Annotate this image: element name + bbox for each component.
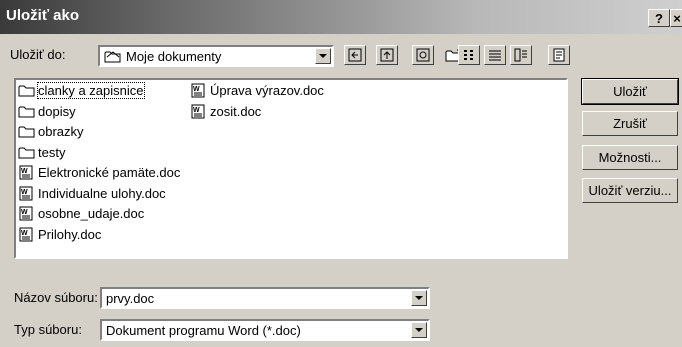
filename-value: prvy.doc <box>106 291 155 306</box>
file-name: Elektronické pamäte.doc <box>38 165 181 180</box>
back-button[interactable] <box>344 45 366 65</box>
svg-text:W: W <box>21 168 28 175</box>
word-document-icon: W <box>190 83 208 98</box>
save-button[interactable]: Uložiť <box>581 78 679 105</box>
filetype-label: Typ súboru: <box>14 322 82 337</box>
word-document-icon: W <box>18 227 36 242</box>
folder-icon <box>18 104 36 119</box>
details-view-icon <box>489 50 501 61</box>
chevron-down-icon[interactable] <box>315 48 331 64</box>
back-icon <box>348 48 362 62</box>
filetype-value: Dokument programu Word (*.doc) <box>106 323 301 338</box>
save-version-button[interactable]: Uložiť verziu... <box>582 178 678 203</box>
details-view-button[interactable] <box>484 45 506 65</box>
file-name: dopisy <box>38 103 76 119</box>
file-name: zosit.doc <box>210 103 262 119</box>
folder-icon <box>18 124 36 139</box>
file-name: Úprava výrazov.doc <box>210 83 324 98</box>
chevron-down-icon[interactable] <box>411 322 427 338</box>
up-one-level-button[interactable] <box>376 45 398 65</box>
file-name: obrazky <box>38 124 84 139</box>
close-button[interactable]: × <box>670 9 682 27</box>
list-view-button[interactable] <box>458 45 480 65</box>
save-in-label: Uložiť do: <box>10 47 66 62</box>
folder-icon <box>18 83 36 98</box>
properties-view-button[interactable] <box>510 45 532 65</box>
svg-text:W: W <box>193 86 200 93</box>
dialog-title: Uložiť ako <box>6 7 80 24</box>
help-button[interactable]: ? <box>648 9 670 27</box>
svg-text:W: W <box>21 189 28 196</box>
word-document-icon: W <box>190 104 208 119</box>
word-document-icon: W <box>18 206 36 221</box>
tools-icon <box>553 48 565 62</box>
filename-field[interactable]: prvy.doc <box>100 287 430 309</box>
filename-label: Názov súboru: <box>14 290 98 305</box>
file-name: Individualne ulohy.doc <box>38 185 166 201</box>
file-list[interactable]: clanky a zapisnice dopisy obrazky testy W Ele… <box>14 78 568 259</box>
save-as-dialog: Uložiť ako ? × Uložiť do: Moje dokumenty <box>0 0 682 347</box>
svg-text:W: W <box>21 209 28 216</box>
svg-text:W: W <box>21 230 28 237</box>
folder-icon <box>104 51 121 63</box>
save-in-value: Moje dokumenty <box>126 49 222 64</box>
file-name: osobne_udaje.doc <box>38 206 145 221</box>
word-document-icon: W <box>18 165 36 180</box>
search-web-button[interactable] <box>412 45 434 65</box>
filetype-dropdown[interactable]: Dokument programu Word (*.doc) <box>100 319 430 341</box>
word-document-icon: W <box>18 186 36 201</box>
options-button[interactable]: Možnosti... <box>582 145 678 170</box>
file-name: testy <box>38 144 66 160</box>
folder-icon <box>18 145 36 160</box>
title-bar: Uložiť ako ? × <box>0 0 682 34</box>
up-folder-icon <box>380 48 394 62</box>
file-name: Prilohy.doc <box>38 226 102 242</box>
file-name: clanky a zapisnice <box>37 82 145 99</box>
tools-button[interactable] <box>548 45 570 65</box>
svg-text:W: W <box>193 107 200 114</box>
chevron-down-icon[interactable] <box>411 290 427 306</box>
cancel-button[interactable]: Zrušiť <box>582 111 678 136</box>
save-in-dropdown[interactable]: Moje dokumenty <box>98 45 334 67</box>
list-view-icon <box>464 50 473 60</box>
search-web-icon <box>416 48 430 62</box>
properties-view-icon <box>514 48 527 62</box>
